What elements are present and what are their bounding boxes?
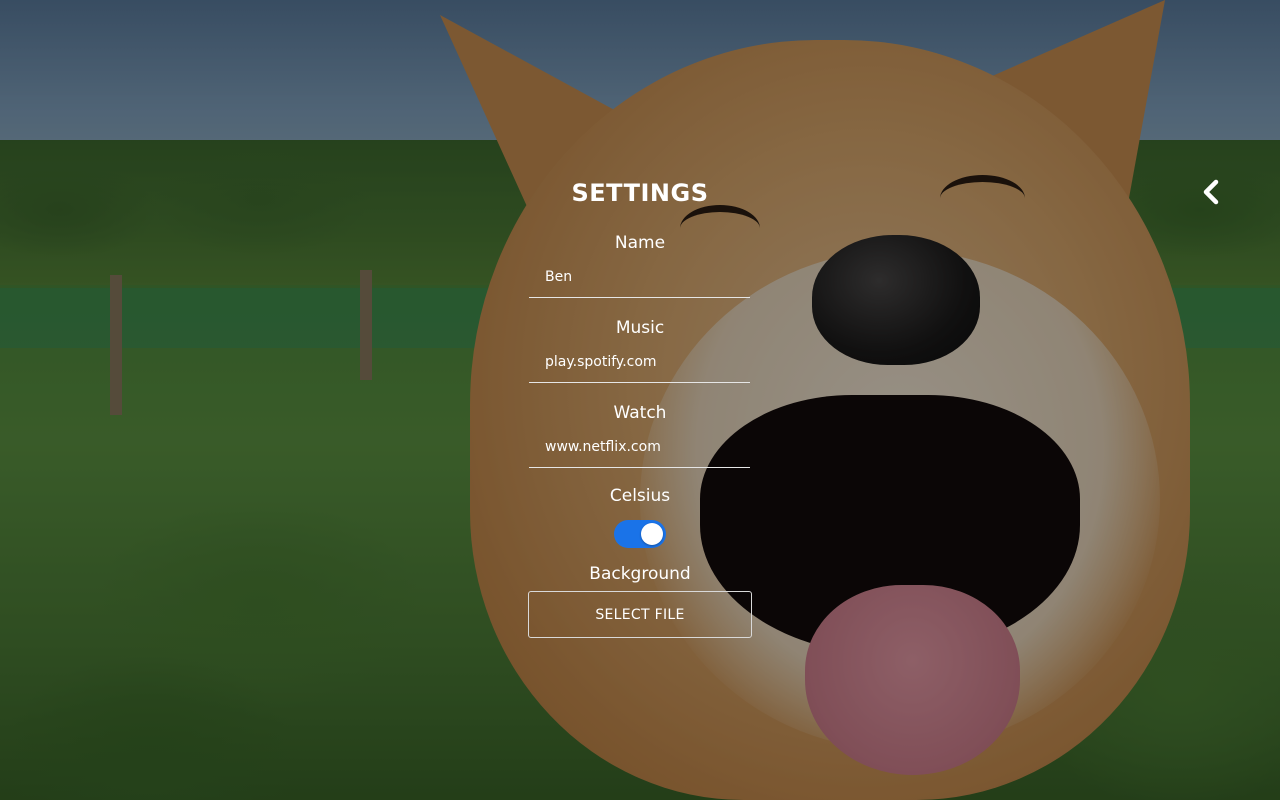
page-title: SETTINGS (571, 179, 709, 207)
celsius-label: Celsius (609, 486, 671, 506)
settings-panel: SETTINGS Name Music Watch Celsius Backgr… (528, 175, 752, 638)
background-label: Background (589, 564, 691, 584)
music-input[interactable] (529, 342, 750, 383)
name-label: Name (614, 233, 666, 253)
name-input[interactable] (529, 257, 750, 298)
back-button[interactable] (1196, 176, 1226, 208)
select-file-button[interactable]: SELECT FILE (528, 591, 752, 638)
toggle-knob (641, 523, 663, 545)
chevron-left-icon (1203, 179, 1219, 205)
music-label: Music (615, 318, 665, 338)
celsius-toggle[interactable] (614, 520, 666, 548)
watch-input[interactable] (529, 427, 750, 468)
settings-screen: SETTINGS Name Music Watch Celsius Backgr… (0, 0, 1280, 800)
watch-label: Watch (613, 403, 667, 423)
